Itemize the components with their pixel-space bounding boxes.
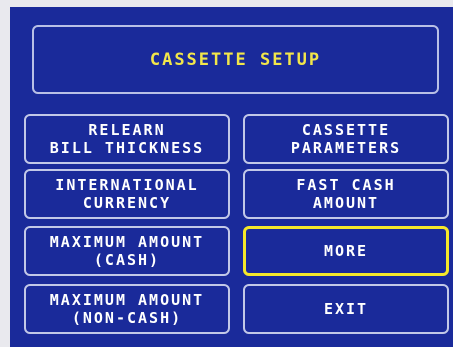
page-title: CASSETTE SETUP [149,49,322,70]
button-label-line1: RELEARN [88,121,166,139]
button-label-line2: (CASH) [93,251,161,269]
button-label-line2: AMOUNT [312,194,380,212]
exit-button[interactable]: EXIT [243,284,449,334]
atm-screen: CASSETTE SETUP RELEARN BILL THICKNESS CA… [10,7,453,347]
international-currency-button[interactable]: INTERNATIONAL CURRENCY [24,169,230,219]
maximum-amount-cash-button[interactable]: MAXIMUM AMOUNT (CASH) [24,226,230,276]
button-label: MORE [323,242,369,260]
title-panel: CASSETTE SETUP [32,25,439,94]
button-label-line2: CURRENCY [82,194,172,212]
button-label-line1: MAXIMUM AMOUNT [49,233,205,251]
relearn-bill-thickness-button[interactable]: RELEARN BILL THICKNESS [24,114,230,164]
button-label-line2: (NON-CASH) [71,309,183,327]
button-label-line1: FAST CASH [296,176,396,194]
button-label-line2: PARAMETERS [290,139,402,157]
button-label-line1: INTERNATIONAL [55,176,199,194]
button-label-line1: CASSETTE [301,121,391,139]
button-label: EXIT [323,300,369,318]
maximum-amount-non-cash-button[interactable]: MAXIMUM AMOUNT (NON-CASH) [24,284,230,334]
button-label-line2: BILL THICKNESS [49,139,205,157]
more-button[interactable]: MORE [243,226,449,276]
cassette-parameters-button[interactable]: CASSETTE PARAMETERS [243,114,449,164]
fast-cash-amount-button[interactable]: FAST CASH AMOUNT [243,169,449,219]
button-label-line1: MAXIMUM AMOUNT [49,291,205,309]
